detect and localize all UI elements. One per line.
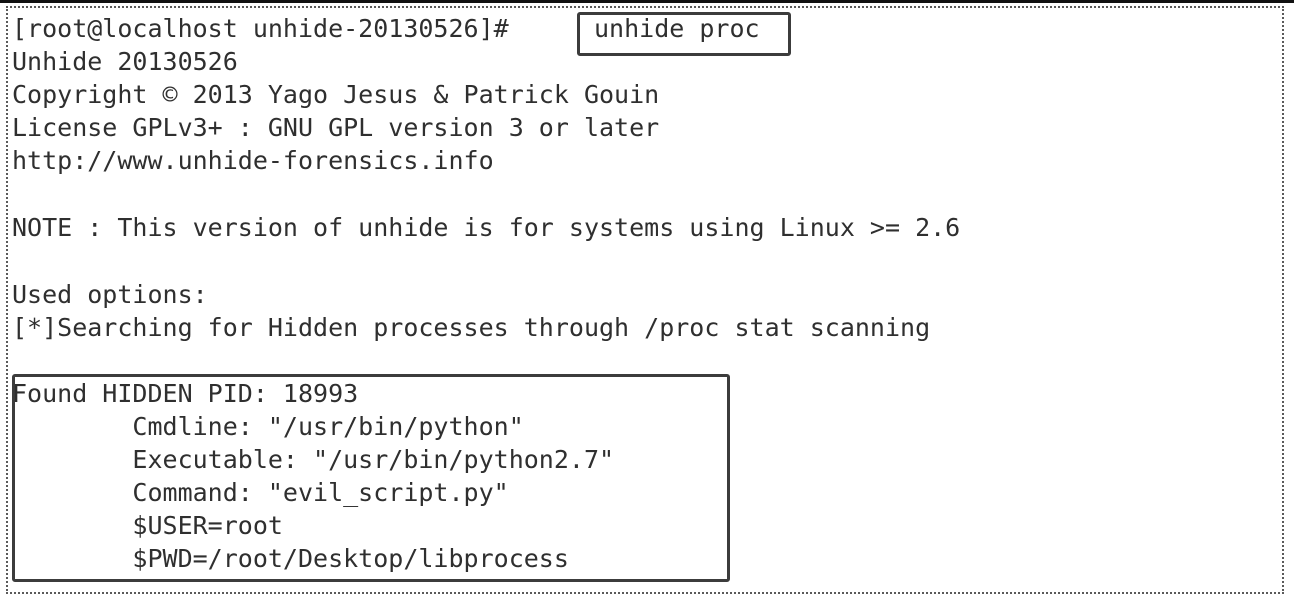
command-line: Command: "evil_script.py" [12,478,509,507]
options-header: Used options: [12,280,208,309]
pwd-line: $PWD=/root/Desktop/libprocess [12,544,569,573]
banner-license: License GPLv3+ : GNU GPL version 3 or la… [12,113,660,142]
scan-status-line: [*]Searching for Hidden processes throug… [12,313,931,342]
command-text[interactable]: unhide proc [594,12,760,45]
banner-version: Unhide 20130526 [12,47,238,76]
executable-line: Executable: "/usr/bin/python2.7" [12,445,615,474]
top-border [0,0,1294,3]
shell-prompt: [root@localhost unhide-20130526]# [12,14,509,43]
note-line: NOTE : This version of unhide is for sys… [12,213,961,242]
found-pid-line: Found HIDDEN PID: 18993 [12,379,359,408]
cmdline-line: Cmdline: "/usr/bin/python" [12,412,524,441]
banner-url: http://www.unhide-forensics.info [12,146,494,175]
banner-copyright: Copyright © 2013 Yago Jesus & Patrick Go… [12,80,660,109]
user-line: $USER=root [12,511,283,540]
